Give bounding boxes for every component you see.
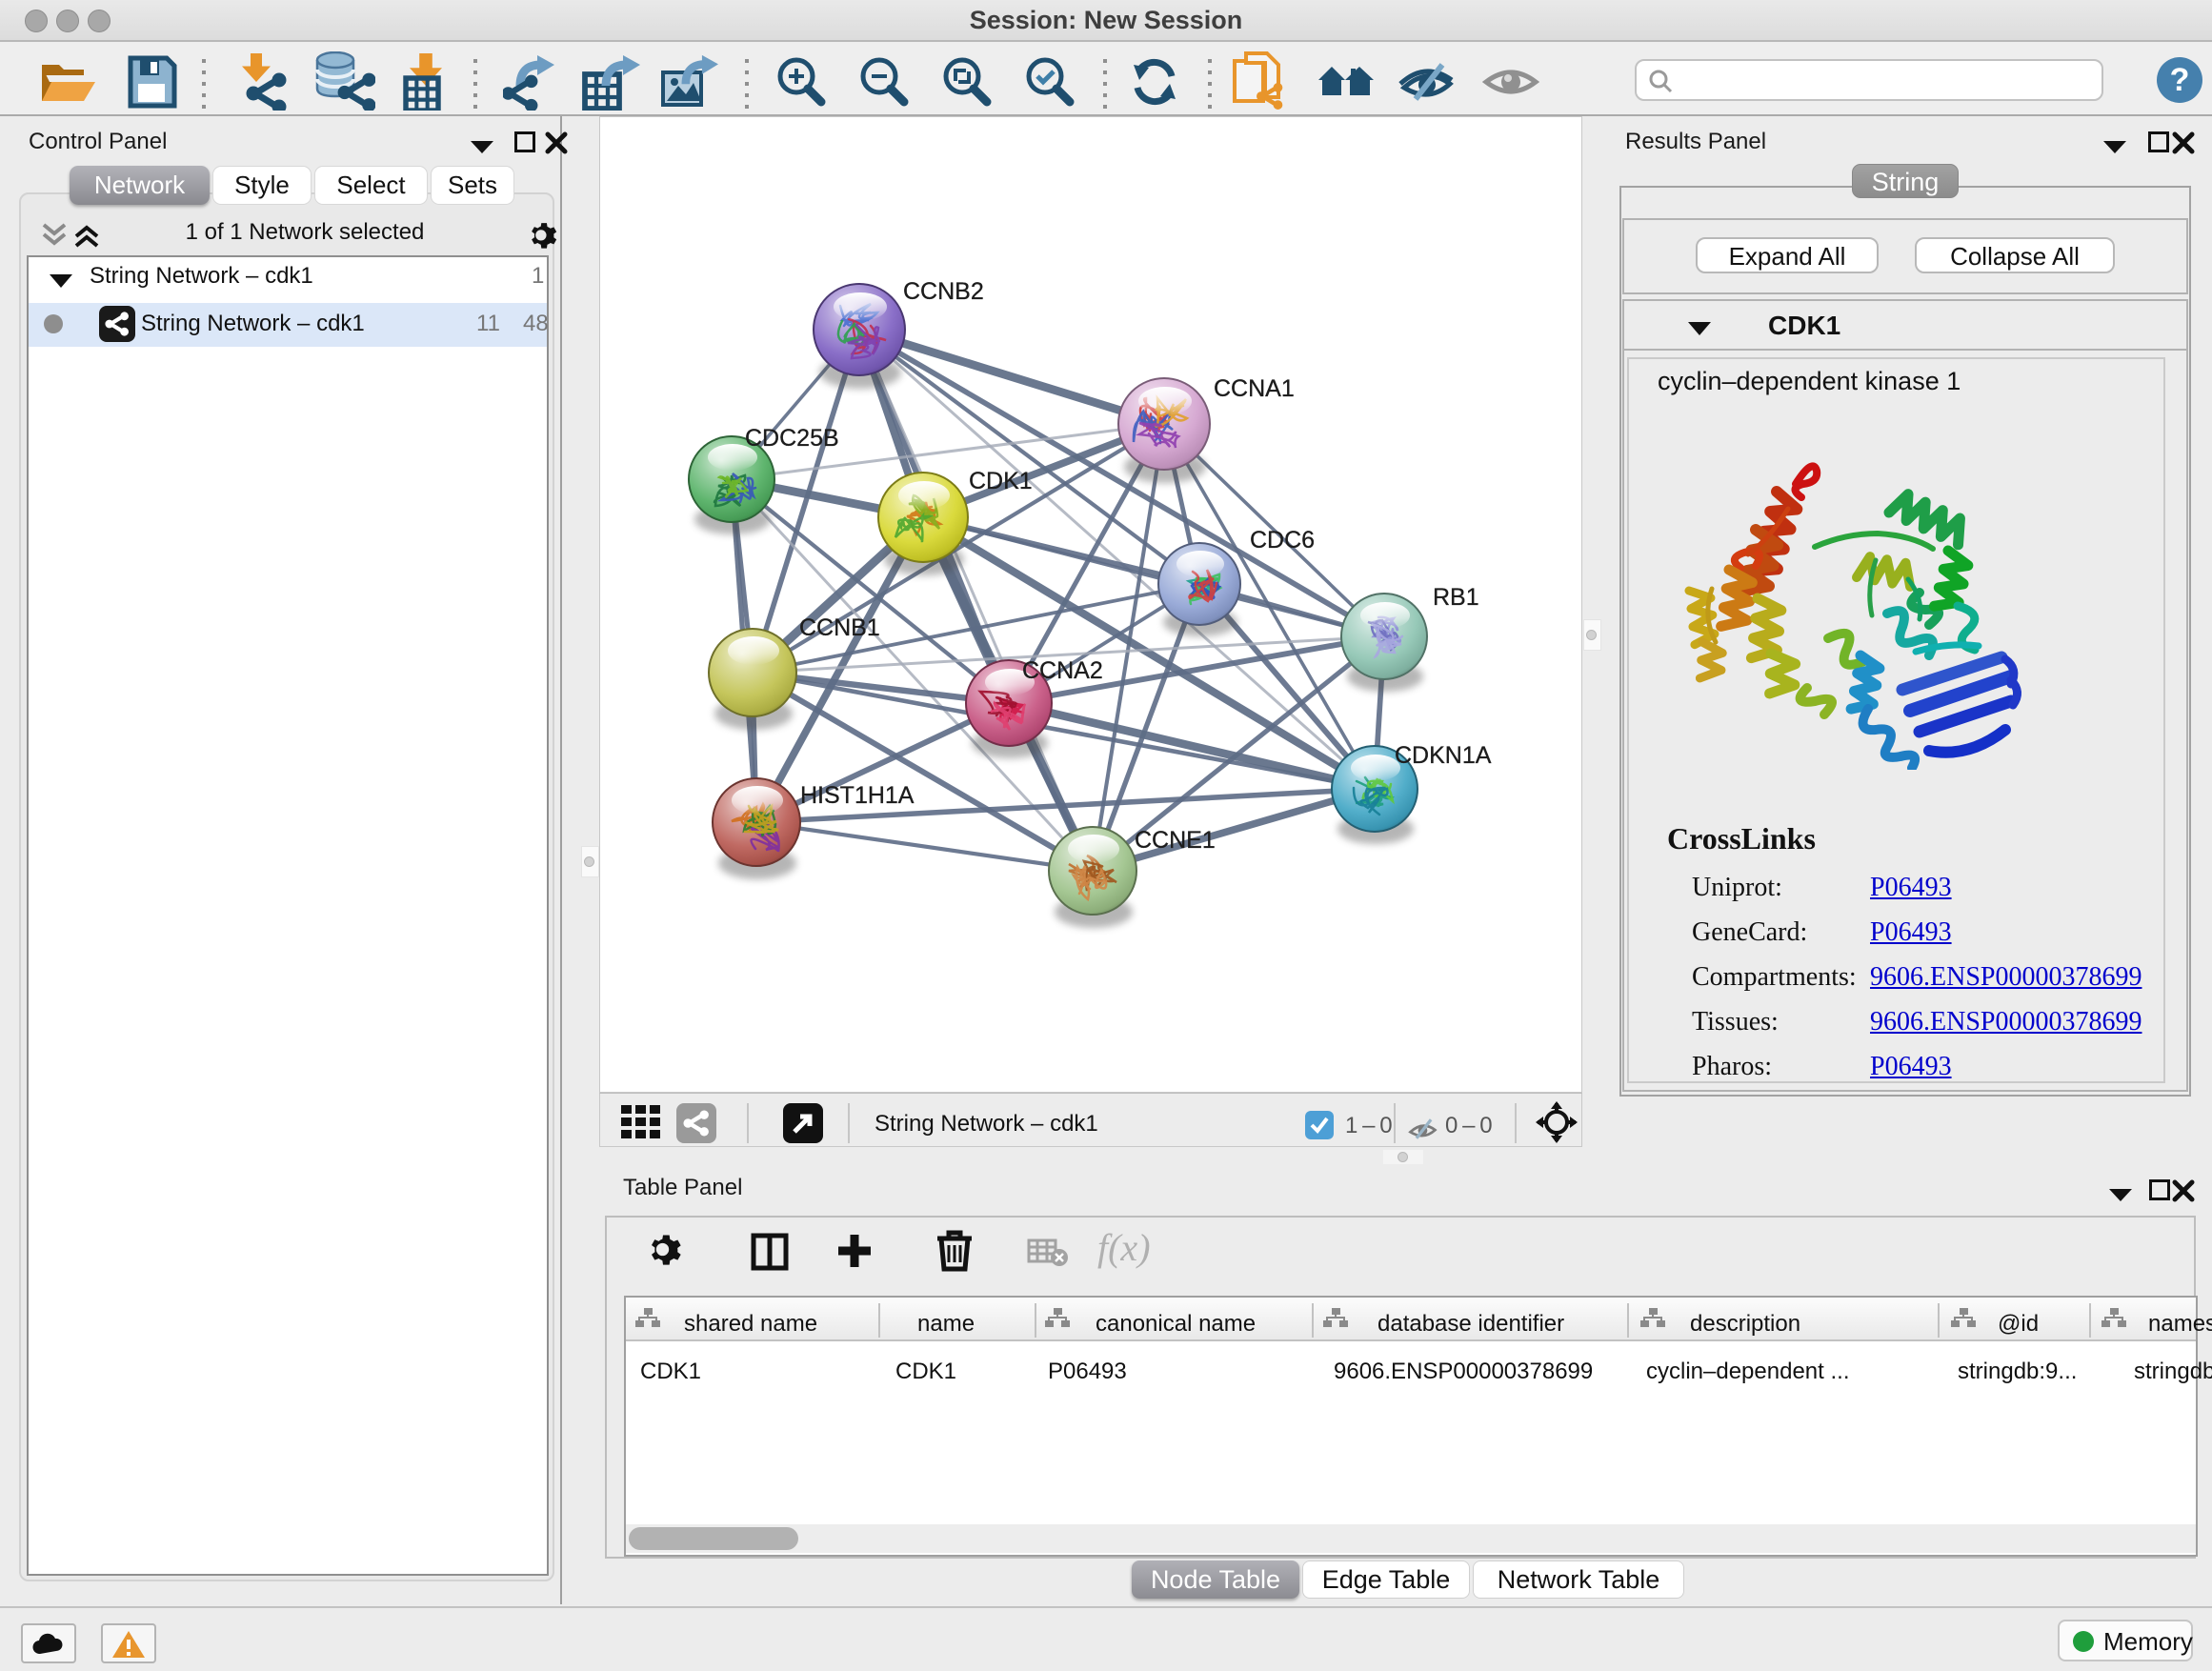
svg-text:HIST1H1A: HIST1H1A: [800, 782, 915, 809]
svg-text:CDC6: CDC6: [1250, 527, 1315, 554]
svg-text:RB1: RB1: [1433, 584, 1479, 611]
svg-text:CCNB1: CCNB1: [799, 614, 880, 641]
svg-text:CDC25B: CDC25B: [745, 425, 839, 452]
svg-text:CDK1: CDK1: [969, 468, 1033, 494]
svg-text:CCNB2: CCNB2: [903, 278, 984, 305]
svg-text:CCNE1: CCNE1: [1135, 827, 1216, 854]
svg-text:CCNA2: CCNA2: [1022, 657, 1103, 684]
svg-text:CDKN1A: CDKN1A: [1395, 742, 1492, 769]
svg-text:CCNA1: CCNA1: [1214, 375, 1295, 402]
